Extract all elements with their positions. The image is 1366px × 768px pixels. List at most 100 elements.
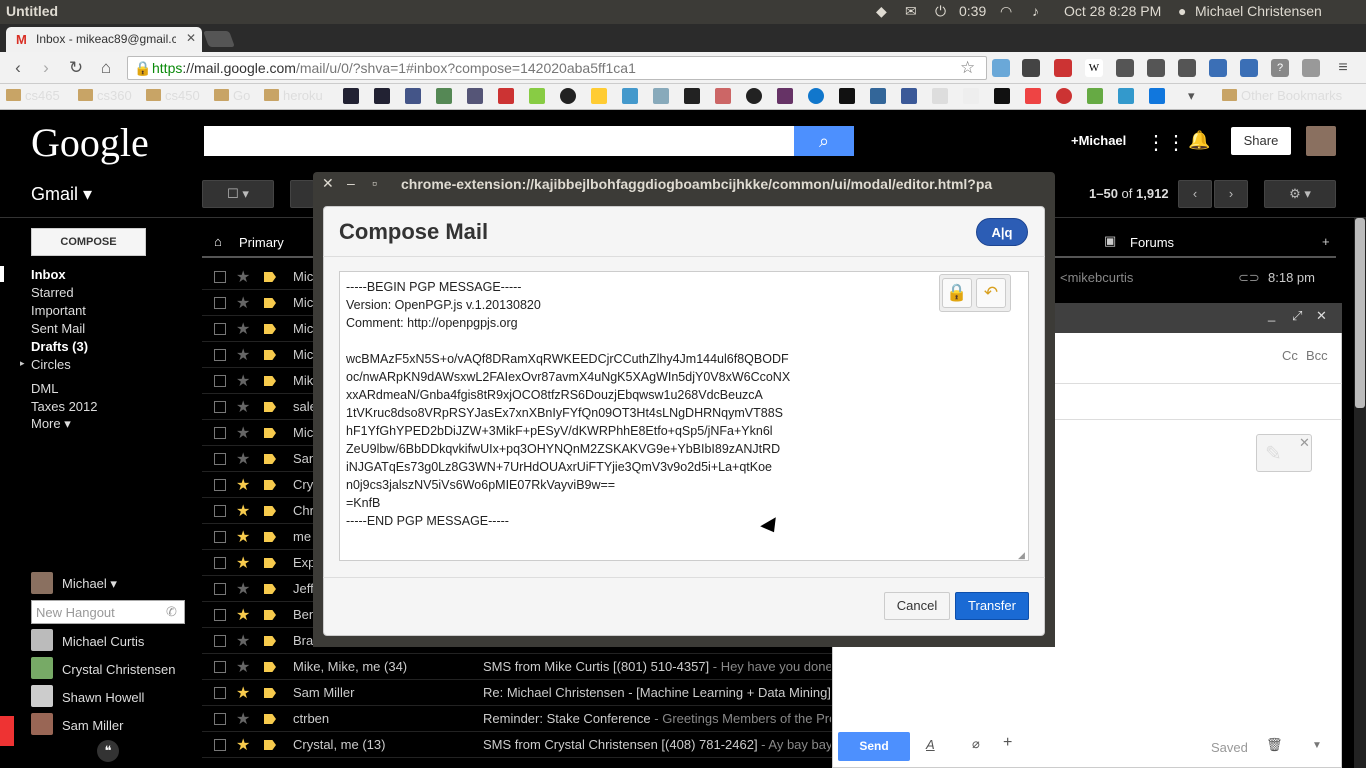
power-icon[interactable]: ⏻ xyxy=(935,3,946,20)
github-icon-2[interactable] xyxy=(746,88,762,104)
home-icon[interactable]: ⌂ xyxy=(96,58,116,78)
star-icon[interactable]: ★ xyxy=(236,449,250,469)
google-plus-name[interactable]: +Michael xyxy=(1071,133,1126,148)
pencil-icon[interactable] xyxy=(1178,59,1196,77)
star-icon[interactable]: ★ xyxy=(236,501,250,521)
wikipedia-icon[interactable]: W xyxy=(1085,59,1103,77)
close-compose-icon[interactable]: ✕ xyxy=(1316,308,1327,324)
bookmark-icon[interactable] xyxy=(870,88,886,104)
importance-marker-icon[interactable] xyxy=(264,636,276,646)
gmail-label[interactable]: Gmail ▾ xyxy=(31,184,92,205)
calendar-icon[interactable] xyxy=(1240,59,1258,77)
reload-icon[interactable]: ↻ xyxy=(66,58,86,78)
star-icon[interactable]: ★ xyxy=(236,397,250,417)
nav-drafts[interactable]: Drafts (3) xyxy=(31,339,88,354)
yahoo-icon[interactable] xyxy=(343,88,359,104)
json-icon[interactable] xyxy=(932,88,948,104)
importance-marker-icon[interactable] xyxy=(264,376,276,386)
row-checkbox[interactable] xyxy=(214,531,226,543)
importance-marker-icon[interactable] xyxy=(264,584,276,594)
resize-handle-icon[interactable]: ◢ xyxy=(1018,550,1025,561)
importance-marker-icon[interactable] xyxy=(264,714,276,724)
table-row[interactable]: ★ ctrben Reminder: Stake Conference - Gree… xyxy=(202,706,832,732)
importance-marker-icon[interactable] xyxy=(264,402,276,412)
bookmark-icon[interactable] xyxy=(405,88,421,104)
row-checkbox[interactable] xyxy=(214,479,226,491)
bookmark-heroku[interactable]: heroku xyxy=(264,88,323,103)
star-icon[interactable]: ★ xyxy=(236,735,250,755)
trash-icon[interactable]: 🗑 xyxy=(1266,737,1283,753)
importance-marker-icon[interactable] xyxy=(264,558,276,568)
modal-close-icon[interactable]: ✕ xyxy=(322,175,334,192)
importance-marker-icon[interactable] xyxy=(264,324,276,334)
star-icon[interactable]: ★ xyxy=(236,579,250,599)
bookmark-icon[interactable] xyxy=(963,88,979,104)
star-icon[interactable]: ★ xyxy=(236,293,250,313)
account-avatar[interactable] xyxy=(1306,126,1336,156)
importance-marker-icon[interactable] xyxy=(264,350,276,360)
importance-marker-icon[interactable] xyxy=(264,480,276,490)
new-tab-button[interactable] xyxy=(203,31,235,47)
compose-button[interactable]: COMPOSE xyxy=(31,228,146,256)
row-checkbox[interactable] xyxy=(214,713,226,725)
bookmark-icon[interactable] xyxy=(591,88,607,104)
importance-marker-icon[interactable] xyxy=(264,298,276,308)
contact-crystal-christensen[interactable]: Crystal Christensen xyxy=(62,662,175,677)
attach-icon[interactable]: ⌀ xyxy=(972,736,980,752)
datetime[interactable]: Oct 28 8:28 PM xyxy=(1064,3,1161,19)
importance-marker-icon[interactable] xyxy=(264,532,276,542)
other-bookmarks[interactable]: Other Bookmarks xyxy=(1222,88,1342,103)
bookmark-icon[interactable] xyxy=(622,88,638,104)
window-ext-icon[interactable] xyxy=(1209,59,1227,77)
bookmark-ext-icon[interactable] xyxy=(1054,59,1072,77)
extension-icon[interactable] xyxy=(1116,59,1134,77)
star-icon[interactable]: ★ xyxy=(236,319,250,339)
bookmarks-overflow-chevron-icon[interactable]: ▾ xyxy=(1188,88,1195,104)
table-row[interactable]: ★ Sam Miller Re: Michael Christensen - [Ma… xyxy=(202,680,832,706)
cc-link[interactable]: Cc xyxy=(1282,348,1298,363)
back-icon[interactable]: ‹ xyxy=(8,58,28,78)
search-button[interactable]: ⌕ xyxy=(794,126,854,156)
facebook-icon[interactable] xyxy=(901,88,917,104)
select-all-checkbox[interactable]: ☐ ▾ xyxy=(202,180,274,208)
modal-minimize-icon[interactable]: – xyxy=(347,175,355,191)
expand-icon[interactable]: ⤢ xyxy=(1292,308,1302,324)
bookmark-icon[interactable] xyxy=(436,88,452,104)
google-search-input[interactable] xyxy=(204,126,794,156)
send-button[interactable]: Send xyxy=(838,732,910,761)
pocket-icon[interactable] xyxy=(1022,59,1040,77)
hangout-bubble-icon[interactable]: ❝ xyxy=(97,740,119,762)
bookmark-icon[interactable] xyxy=(653,88,669,104)
star-icon[interactable]: ★ xyxy=(236,605,250,625)
bookmark-cs360[interactable]: cs360 xyxy=(78,88,132,103)
bookmark-p-icon[interactable] xyxy=(684,88,700,104)
star-icon[interactable]: ★ xyxy=(236,631,250,651)
nav-circles[interactable]: Circles xyxy=(31,357,71,372)
table-row[interactable]: ★ Crystal, me (13) SMS from Crystal Christ… xyxy=(202,732,832,758)
table-row[interactable]: ★ Mike, Mike, me (34) SMS from Mike Curtis… xyxy=(202,654,832,680)
cancel-button[interactable]: Cancel xyxy=(884,592,950,620)
android-icon[interactable] xyxy=(529,88,545,104)
new-hangout-input[interactable]: New Hangout xyxy=(31,600,185,624)
help-icon[interactable]: ? xyxy=(1271,59,1289,77)
importance-marker-icon[interactable] xyxy=(264,506,276,516)
edge-icon[interactable] xyxy=(808,88,824,104)
row-checkbox[interactable] xyxy=(214,427,226,439)
star-icon[interactable]: ★ xyxy=(236,371,250,391)
bookmark-icon[interactable] xyxy=(777,88,793,104)
star-icon[interactable]: ★ xyxy=(236,475,250,495)
volume-icon[interactable]: ♪ xyxy=(1032,3,1039,19)
importance-marker-icon[interactable] xyxy=(264,740,276,750)
bookmark-icon[interactable] xyxy=(498,88,514,104)
notifications-bell-icon[interactable]: 🔔 xyxy=(1188,130,1210,151)
settings-button[interactable]: ⚙ ▾ xyxy=(1264,180,1336,208)
apps-grid-icon[interactable]: ⋮⋮ xyxy=(1146,130,1186,155)
importance-marker-icon[interactable] xyxy=(264,610,276,620)
row-checkbox[interactable] xyxy=(214,739,226,751)
importance-marker-icon[interactable] xyxy=(264,454,276,464)
aq-toggle-button[interactable]: A|q xyxy=(976,218,1028,246)
bookmark-cs465[interactable]: cs465 xyxy=(6,88,60,103)
user-name[interactable]: Michael Christensen xyxy=(1195,3,1322,19)
wifi-icon[interactable]: ◠ xyxy=(1000,3,1012,20)
close-tab-icon[interactable]: ✕ xyxy=(186,31,196,45)
